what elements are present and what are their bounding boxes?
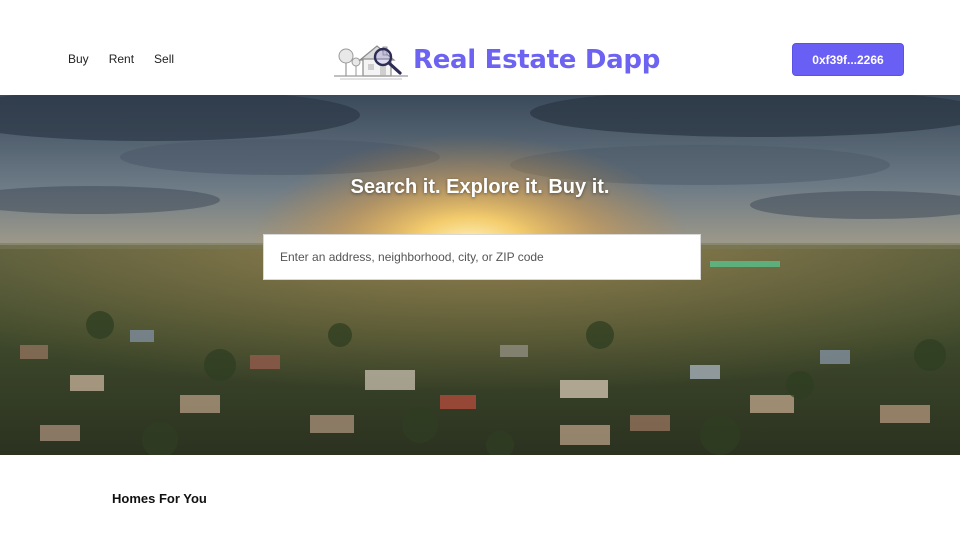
nav-link-sell[interactable]: Sell bbox=[154, 52, 174, 66]
top-navigation: Buy Rent Sell Real Estate Dapp 0xf39f...… bbox=[0, 0, 960, 95]
brand[interactable]: Real Estate Dapp bbox=[332, 38, 660, 82]
nav-link-rent[interactable]: Rent bbox=[109, 52, 134, 66]
homes-for-you-heading: Homes For You bbox=[112, 491, 207, 506]
nav-links: Buy Rent Sell bbox=[68, 52, 194, 66]
wallet-address-button[interactable]: 0xf39f...2266 bbox=[792, 43, 904, 76]
search-input[interactable] bbox=[263, 234, 701, 280]
brand-name: Real Estate Dapp bbox=[413, 45, 661, 75]
nav-link-buy[interactable]: Buy bbox=[68, 52, 89, 66]
hero-banner: Search it. Explore it. Buy it. bbox=[0, 95, 960, 455]
house-magnifier-icon bbox=[334, 45, 408, 80]
hero-title: Search it. Explore it. Buy it. bbox=[350, 176, 610, 198]
